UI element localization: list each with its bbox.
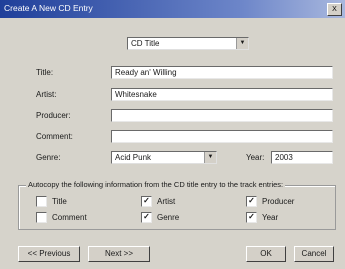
genre-checkbox[interactable]: ✓	[141, 212, 152, 223]
title-field[interactable]: Ready an' Willing	[111, 66, 333, 79]
year-field[interactable]: 2003	[271, 151, 333, 164]
year-label: Year:	[246, 153, 265, 162]
previous-button[interactable]: << Previous	[18, 246, 80, 262]
chevron-down-icon[interactable]: ▼	[236, 38, 248, 49]
artist-checkbox[interactable]: ✓	[141, 196, 152, 207]
comment-label: Comment:	[36, 132, 73, 141]
comment-field[interactable]	[111, 130, 333, 143]
entry-type-select[interactable]: CD Title ▼	[127, 37, 249, 50]
title-checkbox-label: Title	[52, 197, 67, 206]
year-checkbox[interactable]: ✓	[246, 212, 257, 223]
producer-checkbox-label: Producer	[262, 197, 295, 206]
title-label: Title:	[36, 68, 54, 77]
create-cd-entry-dialog: Create A New CD Entry X CD Title ▼ Title…	[0, 0, 345, 269]
window-title: Create A New CD Entry	[4, 3, 93, 13]
comment-checkbox[interactable]	[36, 212, 47, 223]
genre-select[interactable]: Acid Punk ▼	[111, 151, 217, 164]
entry-type-value: CD Title	[131, 39, 160, 48]
title-bar[interactable]: Create A New CD Entry X	[0, 0, 345, 18]
year-checkbox-label: Year	[262, 213, 279, 222]
producer-field[interactable]	[111, 109, 333, 122]
artist-checkbox-label: Artist	[157, 197, 176, 206]
artist-label: Artist:	[36, 90, 57, 99]
artist-field[interactable]: Whitesnake	[111, 88, 333, 101]
next-button[interactable]: Next >>	[88, 246, 150, 262]
producer-label: Producer:	[36, 111, 71, 120]
genre-checkbox-label: Genre	[157, 213, 180, 222]
ok-button[interactable]: OK	[246, 246, 286, 262]
producer-checkbox[interactable]: ✓	[246, 196, 257, 207]
close-button[interactable]: X	[327, 3, 342, 16]
title-checkbox[interactable]	[36, 196, 47, 207]
chevron-down-icon[interactable]: ▼	[204, 152, 216, 163]
year-field-value: 2003	[275, 153, 293, 162]
cancel-button[interactable]: Cancel	[294, 246, 334, 262]
autocopy-group	[18, 185, 336, 230]
autocopy-caption: Autocopy the following information from …	[26, 180, 286, 189]
artist-field-value: Whitesnake	[115, 90, 157, 99]
genre-label: Genre:	[36, 153, 61, 162]
genre-value: Acid Punk	[115, 153, 152, 162]
comment-checkbox-label: Comment	[52, 213, 87, 222]
title-field-value: Ready an' Willing	[115, 68, 177, 77]
